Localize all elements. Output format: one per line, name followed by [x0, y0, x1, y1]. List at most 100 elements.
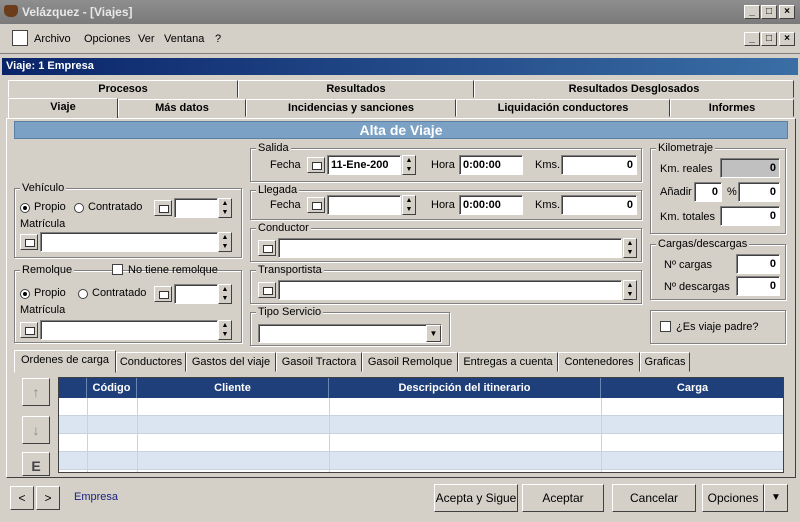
tab-incidencias[interactable]: Incidencias y sanciones: [246, 99, 456, 117]
prev-record-button[interactable]: <: [10, 486, 34, 510]
child-minimize-button[interactable]: _: [744, 32, 760, 46]
remolque-tipo-field[interactable]: [174, 284, 218, 304]
remolque-tipo-spinner[interactable]: ▲ ▼: [218, 284, 232, 304]
menu-help[interactable]: ?: [215, 33, 221, 45]
cancelar-button[interactable]: Cancelar: [612, 484, 696, 512]
grid-header: Código Cliente Descripción del itinerari…: [59, 378, 783, 398]
vehiculo-propio-label: Propio: [34, 201, 66, 213]
child-close-button[interactable]: ×: [779, 32, 795, 46]
close-button[interactable]: ×: [779, 5, 795, 19]
grid-col-line: [601, 398, 602, 472]
remolque-contratado-label: Contratado: [92, 287, 147, 299]
vehiculo-tipo-lookup-icon[interactable]: [154, 200, 172, 216]
salida-fecha-field[interactable]: 11-Ene-200: [327, 155, 401, 175]
llegada-fecha-field[interactable]: [327, 195, 401, 215]
transportista-lookup-icon[interactable]: [258, 282, 276, 298]
remolque-tipo-lookup-icon[interactable]: [154, 286, 172, 302]
km-totales-field[interactable]: 0: [720, 206, 780, 226]
tab-conductores[interactable]: Conductores: [116, 352, 186, 372]
grid-header-cliente[interactable]: Cliente: [137, 378, 329, 398]
transportista-field[interactable]: [278, 280, 622, 300]
salida-fecha-calendar-icon[interactable]: [307, 157, 325, 173]
vehiculo-matricula-spinner[interactable]: ▲ ▼: [218, 232, 232, 252]
transportista-label: Transportista: [256, 264, 324, 276]
acepta-y-sigue-button[interactable]: Acepta y Sigue: [434, 484, 518, 512]
tab-procesos[interactable]: Procesos: [8, 80, 238, 98]
vehiculo-tipo-spinner[interactable]: ▲ ▼: [218, 198, 232, 218]
menu-ventana[interactable]: Ventana: [164, 33, 204, 45]
no-tiene-remolque-checkbox[interactable]: [112, 264, 123, 275]
tab-contenedores[interactable]: Contenedores: [558, 352, 640, 372]
opciones-button[interactable]: Opciones: [702, 484, 764, 512]
salida-hora-field[interactable]: 0:00:00: [459, 155, 523, 175]
remolque-matricula-field[interactable]: [40, 320, 218, 340]
llegada-fecha-spinner[interactable]: ▲ ▼: [402, 195, 416, 215]
n-cargas-field[interactable]: 0: [736, 254, 780, 274]
anadir-field[interactable]: 0: [694, 182, 722, 202]
move-up-button[interactable]: ↑: [22, 378, 50, 406]
vehiculo-matricula-field[interactable]: [40, 232, 218, 252]
vehiculo-propio-radio[interactable]: [20, 203, 30, 213]
tipo-servicio-label: Tipo Servicio: [256, 306, 324, 318]
vehiculo-matricula-lookup-icon[interactable]: [20, 234, 38, 250]
table-row[interactable]: [59, 398, 783, 416]
remolque-matricula-spinner[interactable]: ▲ ▼: [218, 320, 232, 340]
minimize-button[interactable]: _: [744, 5, 760, 19]
remolque-matricula-lookup-icon[interactable]: [20, 322, 38, 338]
tab-gastos-del-viaje[interactable]: Gastos del viaje: [186, 352, 276, 372]
tab-resultados-desglosados[interactable]: Resultados Desglosados: [474, 80, 794, 98]
llegada-fecha-calendar-icon[interactable]: [307, 197, 325, 213]
grid-header-carga[interactable]: Carga: [601, 378, 783, 398]
km-reales-field: 0: [720, 158, 780, 178]
maximize-button[interactable]: □: [761, 5, 777, 19]
empresa-label: Empresa: [74, 491, 119, 503]
transportista-spinner[interactable]: ▲ ▼: [623, 280, 637, 300]
remolque-propio-radio[interactable]: [20, 289, 30, 299]
vehiculo-tipo-field[interactable]: [174, 198, 218, 218]
tab-graficas[interactable]: Graficas: [640, 352, 690, 372]
table-row[interactable]: [59, 434, 783, 452]
vehiculo-matricula-label: Matrícula: [20, 218, 66, 230]
llegada-kms-field[interactable]: 0: [561, 195, 637, 215]
llegada-label: Llegada: [256, 184, 300, 196]
grid-header-descripcion[interactable]: Descripción del itinerario: [329, 378, 601, 398]
ordenes-grid[interactable]: Código Cliente Descripción del itinerari…: [58, 377, 784, 473]
tab-resultados[interactable]: Resultados: [238, 80, 474, 98]
menu-archivo[interactable]: Archivo: [34, 33, 71, 45]
table-row[interactable]: [59, 416, 783, 434]
viaje-padre-checkbox[interactable]: [660, 321, 671, 332]
conductor-lookup-icon[interactable]: [258, 240, 276, 256]
tab-gasoil-tractora[interactable]: Gasoil Tractora: [276, 352, 362, 372]
tab-informes[interactable]: Informes: [670, 99, 794, 117]
table-row[interactable]: [59, 452, 783, 470]
n-descargas-field[interactable]: 0: [736, 276, 780, 296]
salida-kms-field[interactable]: 0: [561, 155, 637, 175]
vehiculo-contratado-radio[interactable]: [74, 203, 84, 213]
remolque-contratado-radio[interactable]: [78, 289, 88, 299]
tab-mas-datos[interactable]: Más datos: [118, 99, 246, 117]
grid-header-codigo[interactable]: Código: [87, 378, 137, 398]
anadir-label: Añadir: [660, 186, 692, 198]
aceptar-button[interactable]: Aceptar: [522, 484, 604, 512]
next-record-button[interactable]: >: [36, 486, 60, 510]
tab-liquidacion[interactable]: Liquidación conductores: [456, 99, 670, 117]
km-reales-label: Km. reales: [660, 163, 713, 175]
llegada-hora-field[interactable]: 0:00:00: [459, 195, 523, 215]
pct-field[interactable]: 0: [738, 182, 780, 202]
tab-entregas-a-cuenta[interactable]: Entregas a cuenta: [458, 352, 558, 372]
salida-fecha-spinner[interactable]: ▲ ▼: [402, 155, 416, 175]
move-down-button[interactable]: ↓: [22, 416, 50, 444]
tab-gasoil-remolque[interactable]: Gasoil Remolque: [362, 352, 458, 372]
conductor-field[interactable]: [278, 238, 622, 258]
tab-viaje[interactable]: Viaje: [8, 98, 118, 119]
edit-button[interactable]: E: [22, 452, 50, 476]
tab-ordenes-de-carga[interactable]: Ordenes de carga: [14, 350, 116, 373]
remolque-label: Remolque: [20, 264, 75, 276]
conductor-spinner[interactable]: ▲ ▼: [623, 238, 637, 258]
child-restore-button[interactable]: □: [761, 32, 777, 46]
chevron-down-icon[interactable]: ▼: [426, 325, 441, 342]
menu-opciones[interactable]: Opciones: [84, 33, 130, 45]
menu-ver[interactable]: Ver: [138, 33, 155, 45]
opciones-dropdown-icon[interactable]: ▼: [764, 484, 788, 512]
tipo-servicio-select[interactable]: [258, 324, 442, 343]
